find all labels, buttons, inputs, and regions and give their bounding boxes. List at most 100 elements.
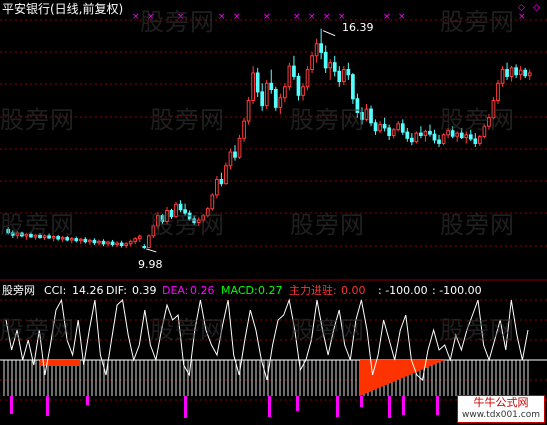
candle-body <box>387 127 392 137</box>
candle-body <box>414 132 419 143</box>
diamond-marker: ◇ <box>518 3 525 13</box>
candle-body <box>446 130 450 136</box>
candle-body <box>305 69 310 88</box>
purple-spike <box>10 396 13 414</box>
candle-body <box>273 88 278 108</box>
candle-body <box>428 130 432 135</box>
candle-body <box>332 62 337 72</box>
x-marker: × <box>518 12 526 22</box>
candlestick-series[interactable] <box>6 28 532 253</box>
candle-body <box>328 62 333 69</box>
candle-body <box>283 86 287 99</box>
candle-body <box>20 232 24 237</box>
candle-body <box>437 139 441 144</box>
high-price-label: 16.39 <box>342 21 374 34</box>
candle-body <box>314 43 319 57</box>
candle-body <box>69 238 74 241</box>
candle-body <box>527 72 532 77</box>
candle-body <box>101 240 106 245</box>
x-marker: × <box>263 12 271 22</box>
candle-body <box>351 74 355 100</box>
candle-body <box>187 212 192 220</box>
candle-body <box>341 69 346 83</box>
candle-body <box>110 241 115 245</box>
high-arrow <box>322 30 336 37</box>
candle-body <box>178 203 183 211</box>
candle-body <box>514 67 518 76</box>
candle-body <box>33 234 38 238</box>
candle-body <box>518 69 523 76</box>
x-marker: × <box>218 12 226 22</box>
chart-title: 平安银行(日线,前复权) <box>2 2 124 16</box>
logo-url: www.tdx001.com <box>462 410 540 420</box>
candle-body <box>74 238 79 242</box>
candle-body <box>260 91 265 107</box>
candle-body <box>491 99 496 119</box>
dea-label: DEA: <box>162 284 189 297</box>
low-arrow <box>146 248 157 253</box>
candle-body <box>391 129 396 137</box>
candle-body <box>78 238 83 242</box>
candle-body <box>237 137 242 158</box>
candle-body <box>183 209 187 214</box>
value-1: : -100.00 <box>378 284 428 297</box>
candle-body <box>196 219 201 223</box>
purple-spike <box>184 396 187 418</box>
purple-spike <box>402 396 405 415</box>
purple-spike <box>268 396 271 417</box>
candle-body <box>473 138 478 144</box>
x-marker: × <box>132 12 140 22</box>
x-marker: × <box>383 12 391 22</box>
candle-body <box>47 235 51 239</box>
top-markers: × × × × × × × × × × × × ×◇ ◇ <box>132 3 540 22</box>
candle-body <box>378 124 382 132</box>
candle-body <box>142 246 147 249</box>
candle-body <box>56 236 61 240</box>
candle-body <box>15 232 20 236</box>
indicator-name: 股旁网 <box>2 284 35 297</box>
candle-body <box>364 108 369 120</box>
candle-body <box>88 239 92 243</box>
candle-body <box>360 112 364 120</box>
cci-label: CCI: <box>44 284 67 297</box>
candle-body <box>319 43 324 53</box>
candle-body <box>423 130 428 137</box>
candle-body <box>400 123 405 133</box>
candle-body <box>509 67 514 77</box>
x-marker: × <box>308 12 316 22</box>
candle-body <box>310 55 314 71</box>
low-price-label: 9.98 <box>138 258 163 271</box>
main-force-value: 0.00 <box>341 284 366 297</box>
candle-body <box>151 225 156 237</box>
candle-body <box>219 179 224 185</box>
candle-body <box>42 235 47 239</box>
candle-body <box>169 209 174 218</box>
x-marker: × <box>177 12 185 22</box>
candle-body <box>505 69 509 77</box>
candle-body <box>205 208 210 217</box>
candle-body <box>160 215 165 222</box>
candle-body <box>464 134 469 139</box>
candle-body <box>51 236 56 239</box>
purple-spike <box>296 396 299 411</box>
candle-body <box>450 130 455 137</box>
x-marker: × <box>398 12 406 22</box>
candle-body <box>373 122 378 132</box>
main-force-bar <box>40 360 80 366</box>
site-logo: 牛牛公式网 www.tdx001.com <box>457 395 545 423</box>
candle-body <box>455 132 460 137</box>
candle-body <box>337 70 342 83</box>
candle-body <box>224 165 228 185</box>
stock-chart[interactable]: × × × × × × × × × × × × ×◇ ◇ <box>0 0 547 425</box>
candle-body <box>128 240 133 245</box>
candle-body <box>242 120 246 139</box>
candle-body <box>346 69 351 76</box>
candle-body <box>97 240 101 244</box>
cci-value: 14.26 <box>72 284 104 297</box>
value-2: : -100.00 <box>432 284 482 297</box>
purple-spike <box>86 396 89 405</box>
candle-body <box>174 203 178 218</box>
candle-body <box>233 151 237 158</box>
candle-body <box>405 131 410 139</box>
candle-body <box>482 125 487 138</box>
